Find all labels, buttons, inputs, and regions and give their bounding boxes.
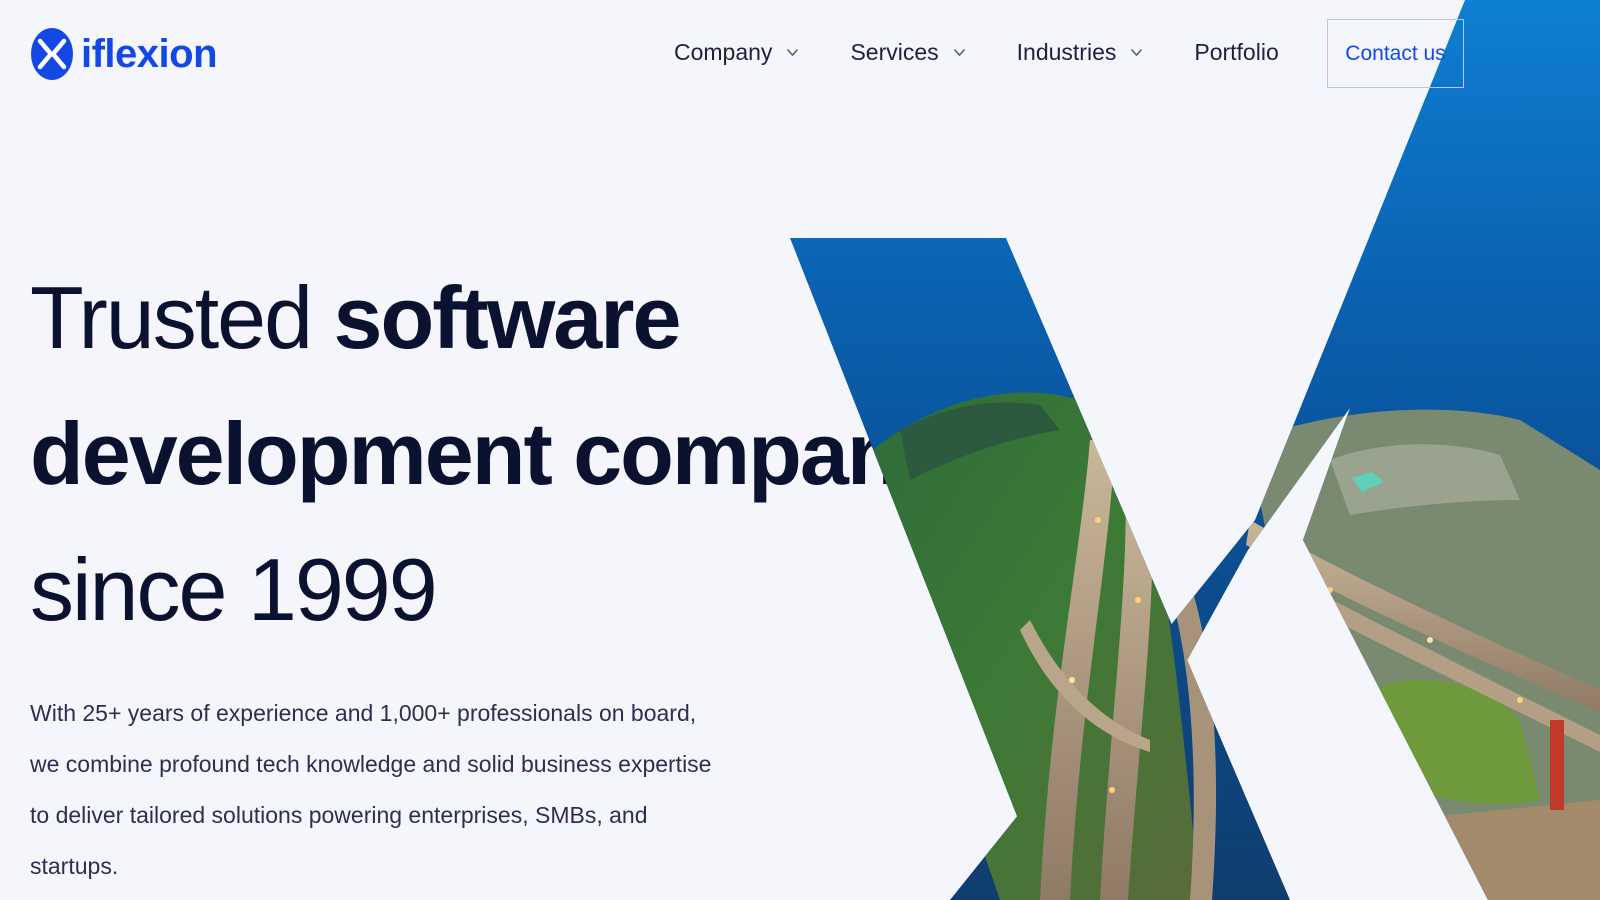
chevron-down-icon <box>787 48 799 56</box>
main-nav: Company Services Industries Portfolio <box>674 32 1279 72</box>
headline-line-3: since 1999 <box>30 522 946 658</box>
headline-line-2: development company <box>30 386 948 522</box>
headline-bold-text: development company <box>30 404 948 503</box>
brand-name: iflexion <box>81 31 218 76</box>
chevron-down-icon <box>953 48 965 56</box>
headline-regular-text: since 1999 <box>30 540 438 639</box>
headline-line-1: Trusted software <box>30 250 946 386</box>
nav-item-company[interactable]: Company <box>674 39 799 66</box>
nav-item-label: Company <box>674 38 773 65</box>
logo-link[interactable]: iflexion <box>30 27 218 81</box>
site-header: iflexion Company Services Industries Por… <box>0 0 1600 106</box>
nav-item-industries[interactable]: Industries <box>1017 39 1144 66</box>
nav-item-label: Industries <box>1016 38 1117 65</box>
nav-item-label: Portfolio <box>1194 38 1279 65</box>
headline-bold-text: software <box>333 268 682 367</box>
page: iflexion Company Services Industries Por… <box>0 0 1600 900</box>
nav-item-services[interactable]: Services <box>850 39 965 66</box>
hero-lead-text: With 25+ years of experience and 1,000+ … <box>30 700 712 879</box>
iflexion-x-logo-icon <box>31 28 73 80</box>
nav-item-portfolio[interactable]: Portfolio <box>1194 39 1278 66</box>
nav-item-label: Services <box>850 38 939 65</box>
chevron-down-icon <box>1131 48 1143 56</box>
hero-headline: Trusted software development company sin… <box>30 250 948 658</box>
headline-regular-text: Trusted <box>30 268 334 367</box>
contact-us-button[interactable]: Contact us <box>1327 19 1464 88</box>
